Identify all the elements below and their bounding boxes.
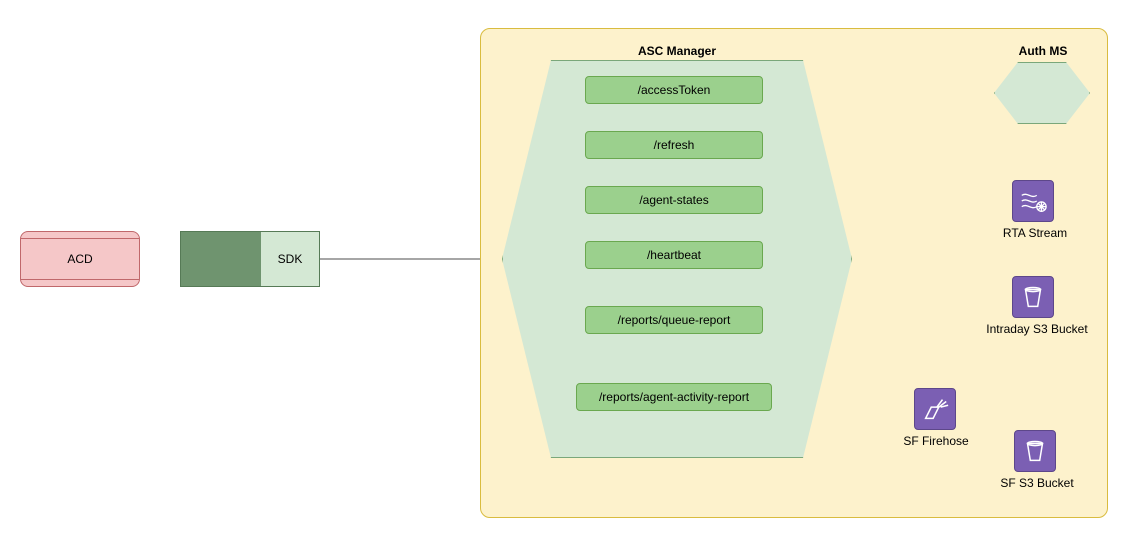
sdk-node: SDK [180,231,320,287]
endpoint-refresh: /refresh [585,131,763,159]
endpoint-heartbeat: /heartbeat [585,241,763,269]
endpoint-queue-report: /reports/queue-report [585,306,763,334]
intraday-bucket-label: Intraday S3 Bucket [982,322,1092,336]
s3-bucket-icon-intraday [1012,276,1054,318]
acd-node: ACD [20,231,140,287]
auth-ms-title: Auth MS [1008,44,1078,58]
asc-manager-title: ASC Manager [612,44,742,58]
sf-bucket-label: SF S3 Bucket [996,476,1078,490]
rta-stream-label: RTA Stream [1000,226,1070,240]
acd-label: ACD [67,252,92,266]
firehose-icon [914,388,956,430]
endpoint-access-token: /accessToken [585,76,763,104]
kinesis-stream-icon [1012,180,1054,222]
endpoint-agent-activity-report: /reports/agent-activity-report [576,383,772,411]
endpoint-agent-states: /agent-states [585,186,763,214]
sdk-label: SDK [278,252,303,266]
firehose-label: SF Firehose [900,434,972,448]
s3-bucket-icon-sf [1014,430,1056,472]
